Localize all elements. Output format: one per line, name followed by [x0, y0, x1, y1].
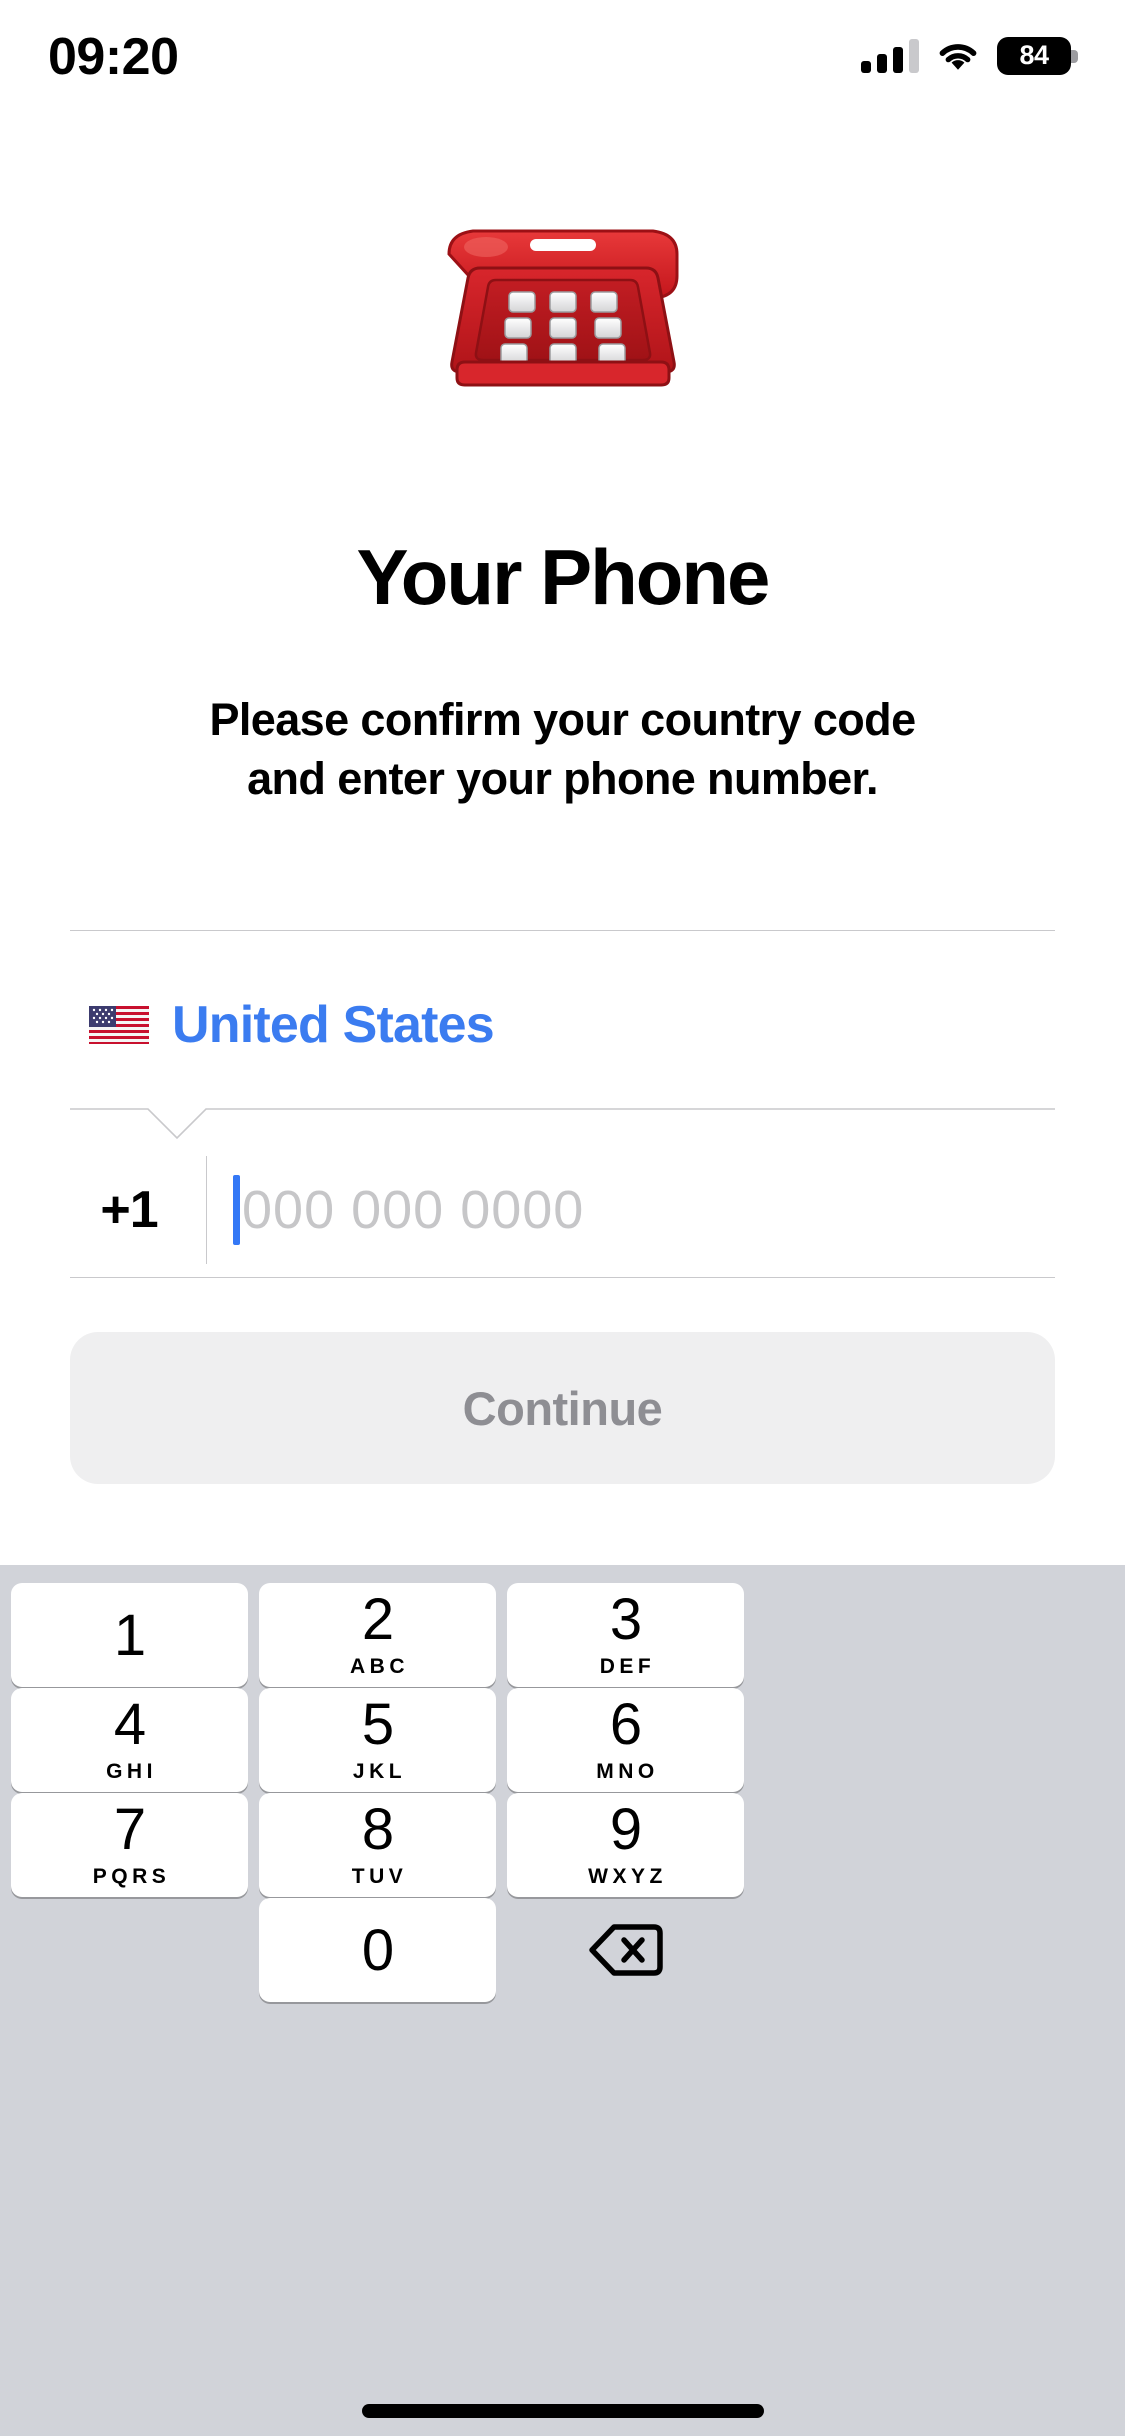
page-title: Your Phone [356, 533, 771, 621]
keypad-row: 1 2 ABC 3 DEF [11, 1583, 1114, 1687]
key-digit: 7 [113, 1797, 146, 1862]
key-letters: JKL [352, 1760, 407, 1783]
page-subtitle-line-1: Please confirm your country code [209, 694, 916, 745]
page-subtitle: Please confirm your country code and ent… [90, 690, 1035, 809]
key-letters: DEF [599, 1655, 656, 1678]
key-digit: 5 [361, 1692, 394, 1757]
phone-entry-screen: 09:20 84 Your Phone Please confirm your … [0, 0, 1125, 2436]
key-letters: MNO [596, 1760, 659, 1783]
telephone-emoji [0, 222, 1125, 392]
key-letters: GHI [106, 1760, 157, 1783]
key-letters: TUV [351, 1865, 408, 1888]
numeric-keypad: 1 2 ABC 3 DEF 4 GHI 5 JKL 6 MNO 7 PQRS 8… [0, 1565, 1125, 2436]
key-digit: 1 [113, 1602, 146, 1668]
flag-united-states-icon [88, 1003, 150, 1047]
divider-top [70, 930, 1055, 931]
key-0[interactable]: 0 [259, 1898, 496, 2002]
key-letters: PQRS [92, 1865, 171, 1888]
key-2[interactable]: 2 ABC [259, 1583, 496, 1687]
country-selector[interactable]: United States [70, 960, 1055, 1090]
battery-level-text: 84 [1019, 40, 1049, 70]
dial-code-label: +1 [100, 1180, 158, 1239]
keypad-row: 7 PQRS 8 TUV 9 WXYZ [11, 1793, 1114, 1897]
phone-number-input[interactable]: 000 000 0000 [207, 1142, 1055, 1277]
key-9[interactable]: 9 WXYZ [507, 1793, 744, 1897]
wifi-icon [936, 39, 980, 73]
key-blank [11, 1898, 248, 2002]
phone-placeholder-text: 000 000 0000 [242, 1179, 585, 1240]
divider-bottom [70, 1277, 1055, 1278]
backspace-icon[interactable] [507, 1898, 744, 2002]
keypad-grid: 1 2 ABC 3 DEF 4 GHI 5 JKL 6 MNO 7 PQRS 8… [11, 1583, 1114, 2002]
status-bar: 09:20 84 [0, 0, 1125, 120]
key-6[interactable]: 6 MNO [507, 1688, 744, 1792]
page-subtitle-line-2: and enter your phone number. [247, 753, 878, 805]
home-indicator [361, 2404, 764, 2418]
key-letters: ABC [350, 1655, 409, 1678]
key-digit: 0 [361, 1917, 394, 1983]
continue-button[interactable]: Continue [70, 1332, 1055, 1484]
key-3[interactable]: 3 DEF [507, 1583, 744, 1687]
key-5[interactable]: 5 JKL [259, 1688, 496, 1792]
keypad-row: 4 GHI 5 JKL 6 MNO [11, 1688, 1114, 1792]
status-bar-indicators: 84 [861, 33, 1078, 79]
key-4[interactable]: 4 GHI [11, 1688, 248, 1792]
keypad-row: 0 [11, 1898, 1114, 2002]
key-7[interactable]: 7 PQRS [11, 1793, 248, 1897]
divider-notched [70, 1108, 1055, 1142]
cellular-bars-icon [861, 39, 919, 73]
status-bar-time: 09:20 [48, 28, 179, 86]
key-digit: 2 [361, 1587, 394, 1652]
battery-icon: 84 [997, 37, 1078, 75]
key-digit: 4 [113, 1692, 146, 1757]
key-digit: 3 [609, 1587, 642, 1652]
key-1[interactable]: 1 [11, 1583, 248, 1687]
phone-number-row[interactable]: +1 000 000 0000 [70, 1142, 1055, 1277]
key-digit: 6 [609, 1692, 642, 1757]
text-caret [233, 1174, 240, 1245]
key-digit: 8 [361, 1797, 394, 1862]
key-letters: WXYZ [588, 1865, 667, 1888]
key-digit: 9 [609, 1797, 642, 1862]
country-name-label: United States [172, 996, 495, 1054]
key-8[interactable]: 8 TUV [259, 1793, 496, 1897]
